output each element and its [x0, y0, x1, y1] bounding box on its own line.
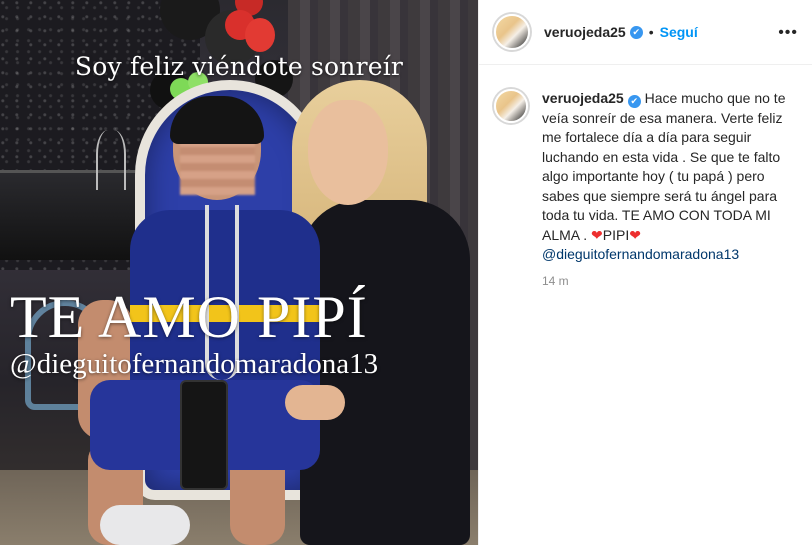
mention-link[interactable]: @dieguitofernandomaradona13 — [542, 246, 739, 262]
balloon — [245, 18, 275, 52]
comment-text-main: Hace mucho que no te veía sonreír de esa… — [542, 90, 786, 243]
comment-username[interactable]: veruojeda25 — [542, 90, 624, 106]
woman-hand — [285, 385, 345, 420]
cake-stand — [96, 130, 126, 190]
photo-caption-big: TE AMO PIPÍ — [10, 284, 368, 350]
post-header: veruojeda25 ✔ • Seguí ••• — [479, 0, 812, 65]
post-photo[interactable]: Soy feliz viéndote sonreír TE AMO PIPÍ @… — [0, 0, 478, 545]
separator-dot: • — [648, 24, 654, 40]
follow-button[interactable]: Seguí — [660, 24, 698, 40]
blurred-face — [180, 135, 255, 195]
comment-body: veruojeda25 ✔ Hace mucho que no te veía s… — [542, 89, 797, 265]
verified-badge-icon: ✔ — [627, 95, 641, 108]
post-sidebar: veruojeda25 ✔ • Seguí ••• veruojeda25 ✔ H… — [478, 0, 812, 545]
woman-face — [308, 100, 388, 205]
photo-caption-top: Soy feliz viéndote sonreír — [74, 52, 404, 81]
comment-text-pipi: PIPI — [602, 226, 630, 243]
caption-comment: veruojeda25 ✔ Hace mucho que no te veía s… — [479, 65, 812, 265]
more-horizontal-icon[interactable]: ••• — [778, 24, 798, 42]
instagram-post: Soy feliz viéndote sonreír TE AMO PIPÍ @… — [0, 0, 812, 545]
verified-badge-icon: ✔ — [629, 25, 643, 39]
avatar[interactable] — [494, 14, 530, 50]
heart-icon: ❤ — [591, 226, 603, 243]
photo-caption-handle: @dieguitofernandomaradona13 — [10, 348, 379, 380]
post-timestamp[interactable]: 14 m — [542, 274, 812, 288]
lanyard-badge — [180, 380, 228, 490]
heart-icon: ❤ — [629, 226, 641, 243]
boy-shoe — [100, 505, 190, 545]
header-username[interactable]: veruojeda25 — [544, 24, 626, 40]
comment-avatar[interactable] — [494, 89, 528, 123]
